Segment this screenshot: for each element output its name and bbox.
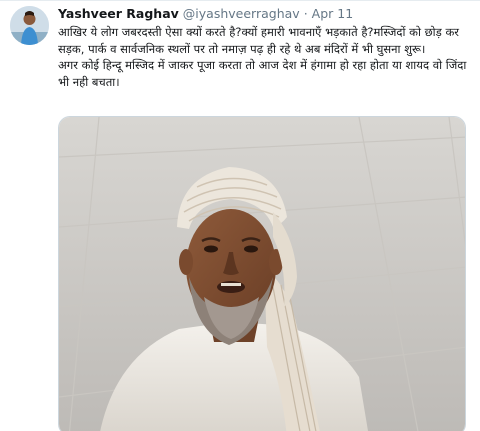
- tweet-text: आखिर ये लोग जबरदस्ती ऐसा क्यों करते है?क…: [58, 24, 468, 90]
- tweet-header: Yashveer Raghav @iyashveerraghav · Apr 1…: [58, 6, 468, 22]
- author-handle[interactable]: @iyashveerraghav: [183, 6, 300, 22]
- tweet-paragraph-2: अगर कोई हिन्दू मस्जिद में जाकर पूजा करता…: [58, 58, 467, 89]
- separator: ·: [303, 6, 308, 21]
- avatar-image: [10, 6, 49, 45]
- tweet-date[interactable]: Apr 11: [312, 6, 354, 22]
- tweet-media-video[interactable]: [58, 116, 466, 431]
- author-name[interactable]: Yashveer Raghav: [58, 6, 179, 22]
- tweet-card[interactable]: Yashveer Raghav @iyashveerraghav · Apr 1…: [0, 0, 480, 431]
- video-frame-image: [59, 117, 465, 431]
- tweet-paragraph-1: आखिर ये लोग जबरदस्ती ऐसा क्यों करते है?क…: [58, 25, 459, 56]
- tweet-content: Yashveer Raghav @iyashveerraghav · Apr 1…: [58, 6, 468, 90]
- avatar[interactable]: [10, 6, 49, 45]
